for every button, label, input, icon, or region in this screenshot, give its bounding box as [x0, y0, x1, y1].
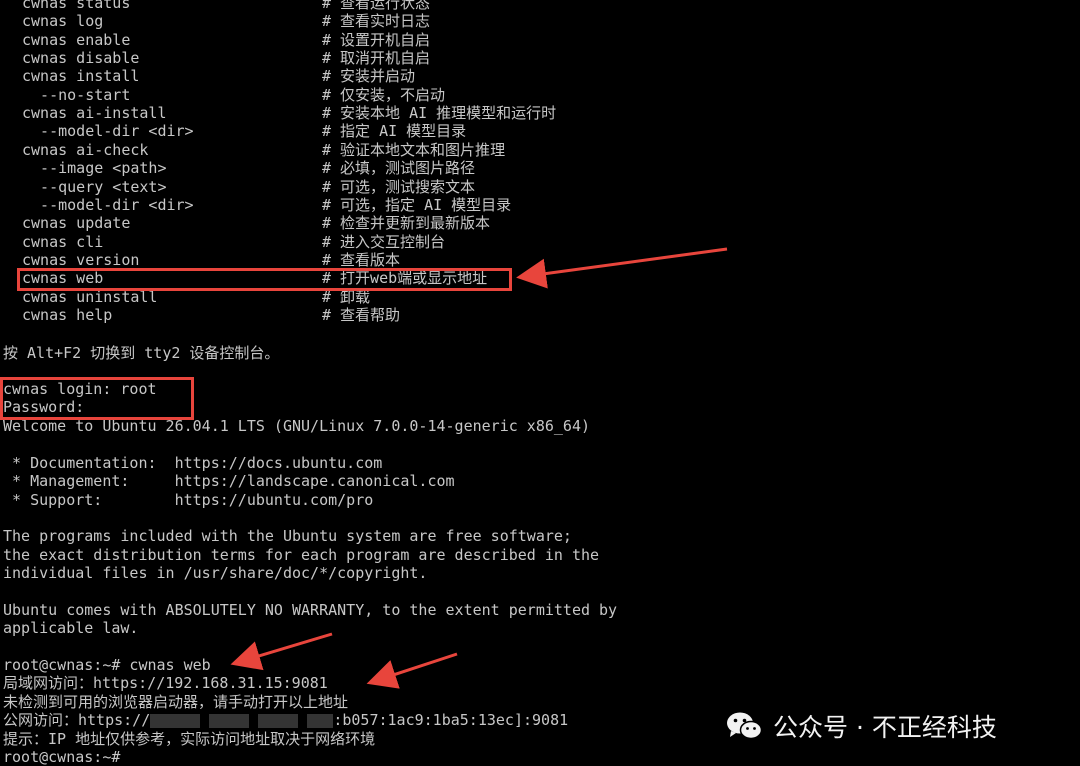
wechat-icon	[727, 712, 763, 740]
watermark: 公众号 · 不正经科技	[725, 700, 1077, 752]
arrow-to-lan-address	[366, 652, 458, 689]
arrow-to-web-command	[516, 247, 728, 289]
arrow-to-prompt	[230, 632, 333, 671]
annotation-arrows	[230, 247, 728, 689]
watermark-text: 公众号 · 不正经科技	[773, 713, 997, 742]
